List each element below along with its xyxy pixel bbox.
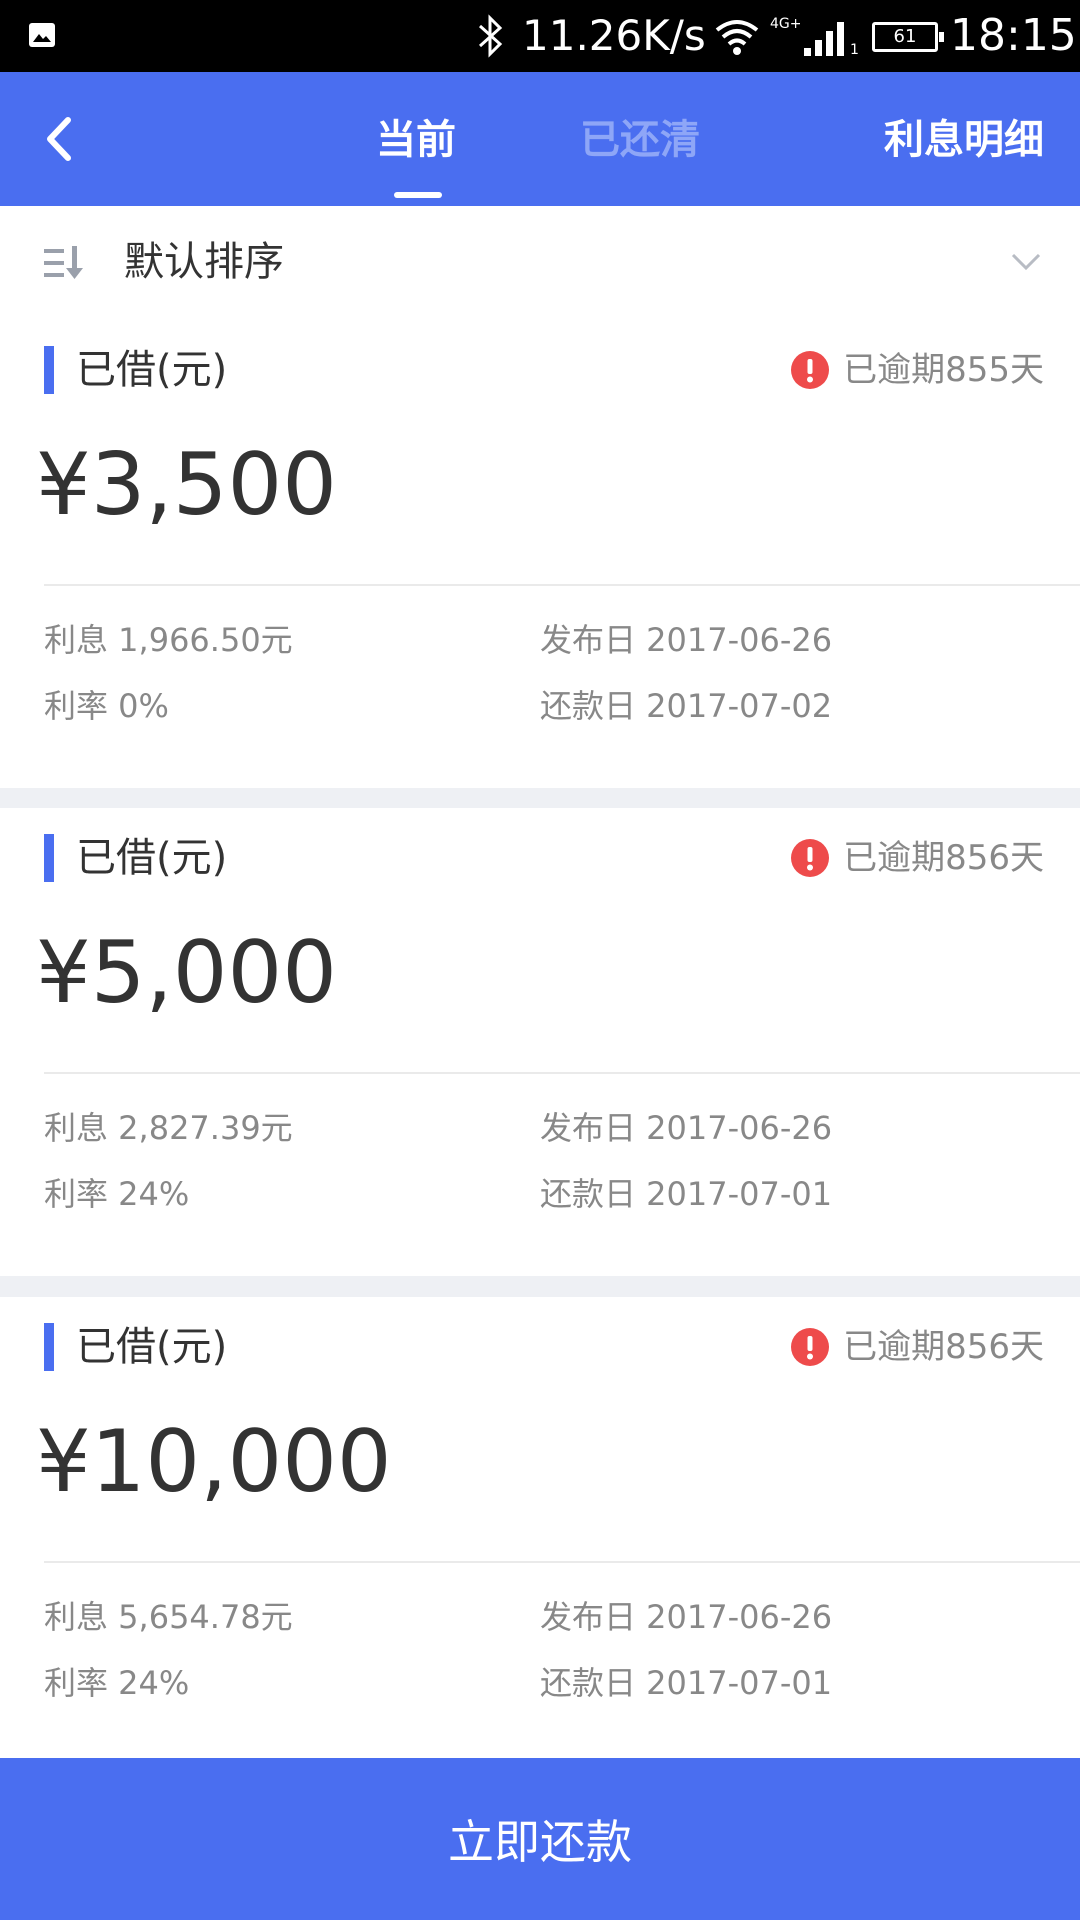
- section-marker: [44, 346, 54, 394]
- rate-text: 利率 0%: [44, 687, 169, 725]
- divider: [44, 1561, 1080, 1563]
- divider: [44, 584, 1080, 586]
- rate-text: 利率 24%: [44, 1175, 190, 1213]
- due-date: 还款日 2017-07-02: [540, 687, 833, 725]
- interest-text: 利息 5,654.78元: [44, 1598, 293, 1636]
- top-nav: 当前 已还清 利息明细: [0, 72, 1080, 206]
- overdue-status: 已逾期856天: [791, 830, 1044, 886]
- loan-amount: ¥10,000: [36, 1412, 392, 1512]
- loan-card[interactable]: 已借(元) 已逾期856天 ¥10,000 利息 5,654.78元 利率 24…: [0, 1297, 1080, 1765]
- borrowed-label: 已借(元): [76, 347, 228, 393]
- overdue-status: 已逾期855天: [791, 342, 1044, 398]
- sim-slot: 1: [850, 42, 859, 58]
- rate-text: 利率 24%: [44, 1664, 190, 1702]
- repay-now-button[interactable]: 立即还款: [0, 1758, 1080, 1920]
- loan-card[interactable]: 已借(元) 已逾期855天 ¥3,500 利息 1,966.50元 利率 0% …: [0, 320, 1080, 788]
- tab-current[interactable]: 当前: [376, 112, 456, 198]
- network-speed: 11.26K/s: [522, 11, 706, 60]
- issue-date: 发布日 2017-06-26: [540, 1598, 833, 1636]
- section-marker: [44, 1323, 54, 1371]
- tab-cleared[interactable]: 已还清: [580, 112, 700, 168]
- warning-icon: [791, 1328, 830, 1366]
- gallery-notification-icon: [29, 23, 55, 47]
- overdue-status: 已逾期856天: [791, 1319, 1044, 1375]
- bluetooth-icon: [478, 14, 503, 58]
- overdue-text: 已逾期856天: [843, 1327, 1044, 1367]
- due-date: 还款日 2017-07-01: [540, 1664, 833, 1702]
- divider: [44, 1072, 1080, 1074]
- interest-text: 利息 1,966.50元: [44, 621, 293, 659]
- status-bar: 11.26K/s 4G+ 1 61 18:15: [0, 0, 1080, 72]
- borrowed-label: 已借(元): [76, 835, 228, 881]
- issue-date: 发布日 2017-06-26: [540, 1109, 833, 1147]
- signal-icon: [804, 22, 844, 56]
- wifi-icon: [715, 20, 759, 55]
- interest-text: 利息 2,827.39元: [44, 1109, 293, 1147]
- warning-icon: [791, 351, 830, 389]
- interest-detail-link[interactable]: 利息明细: [884, 112, 1044, 168]
- sort-label: 默认排序: [124, 239, 284, 285]
- due-date: 还款日 2017-07-01: [540, 1175, 833, 1213]
- section-marker: [44, 834, 54, 882]
- overdue-text: 已逾期856天: [843, 838, 1044, 878]
- loan-amount: ¥3,500: [36, 435, 337, 535]
- clock: 18:15: [950, 10, 1077, 61]
- overdue-text: 已逾期855天: [843, 350, 1044, 390]
- network-type: 4G+: [770, 16, 802, 32]
- sort-icon: [44, 246, 83, 279]
- battery-level: 61: [893, 26, 917, 47]
- chevron-down-icon: [1011, 253, 1041, 271]
- sort-dropdown[interactable]: 默认排序: [0, 206, 1080, 320]
- warning-icon: [791, 839, 830, 877]
- battery-icon: 61: [872, 22, 944, 52]
- issue-date: 发布日 2017-06-26: [540, 621, 833, 659]
- loan-card[interactable]: 已借(元) 已逾期856天 ¥5,000 利息 2,827.39元 利率 24%…: [0, 808, 1080, 1276]
- borrowed-label: 已借(元): [76, 1324, 228, 1370]
- loan-amount: ¥5,000: [36, 923, 337, 1023]
- back-arrow-icon[interactable]: [40, 114, 80, 164]
